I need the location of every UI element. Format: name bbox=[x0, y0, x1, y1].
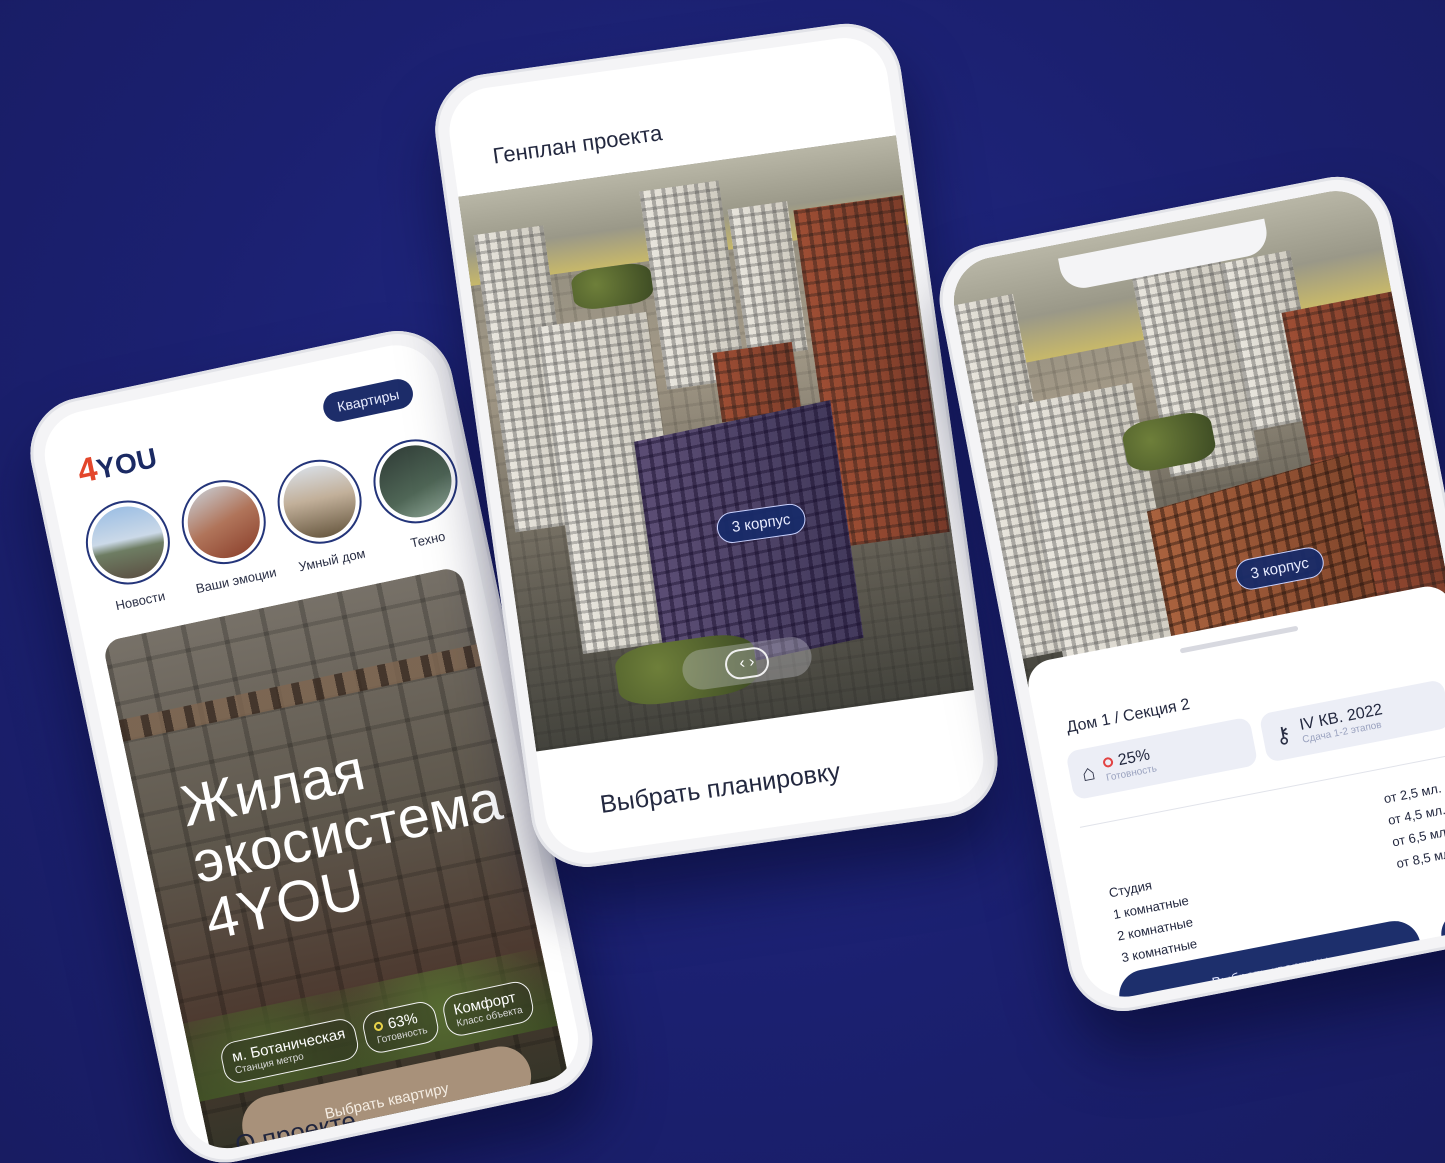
progress-ring-icon bbox=[373, 1021, 385, 1032]
story-news[interactable]: Новости bbox=[78, 492, 183, 617]
phone-building-detail-screen: 3 корпус Дом 1 / Секция 2 ⌂ 25% Готовнос… bbox=[930, 167, 1445, 1021]
hero-banner: Жилая экосистема 4YOU м. Ботаническая Ст… bbox=[102, 565, 577, 1157]
story-thumbnail bbox=[78, 492, 178, 593]
apartment-prices: от 2,5 мл. ₽ от 4,5 мл. ₽ от 6,5 мл. ₽ о… bbox=[1382, 775, 1445, 875]
close-icon[interactable]: ✕ bbox=[1437, 907, 1445, 960]
masterplan-image[interactable]: 3 корпус ‹ › bbox=[458, 135, 974, 752]
story-label: Умный дом bbox=[297, 545, 367, 575]
sheet-drag-handle[interactable] bbox=[1179, 625, 1299, 654]
key-icon: ⚷ bbox=[1272, 720, 1294, 749]
logo[interactable]: 4YOU bbox=[74, 437, 160, 492]
story-thumbnail bbox=[269, 451, 370, 552]
story-thumbnail bbox=[173, 472, 274, 572]
crane-icon: ⌂ bbox=[1079, 758, 1098, 786]
logo-text: YOU bbox=[93, 442, 160, 485]
building-detail-screen: 3 корпус Дом 1 / Секция 2 ⌂ 25% Готовнос… bbox=[946, 183, 1445, 1005]
hero-title: Жилая экосистема 4YOU bbox=[175, 714, 519, 953]
story-thumbnail bbox=[365, 431, 466, 532]
choose-layout-button[interactable]: Выбрать планировку bbox=[598, 757, 842, 819]
masterplan-screen: Генплан проекта 3 корпус ‹ › Выбрать пла… bbox=[443, 32, 989, 859]
story-label: Ваши эмоции bbox=[194, 564, 278, 597]
progress-ring-icon bbox=[1102, 756, 1115, 769]
story-smart-home[interactable]: Умный дом bbox=[269, 451, 375, 576]
info-cards: ⌂ 25% Готовность ⚷ IV КВ. 2022 Сдача 1-2… bbox=[1065, 679, 1445, 801]
page-title: Генплан проекта bbox=[491, 120, 664, 169]
story-techno[interactable]: Техно bbox=[365, 431, 471, 556]
apartments-button[interactable]: Квартиры bbox=[320, 376, 416, 425]
story-label: Новости bbox=[114, 588, 167, 614]
chevron-left-right-icon[interactable]: ‹ › bbox=[723, 645, 771, 682]
apartment-types: Студия 1 комнатные 2 комнатные 3 комнатн… bbox=[1107, 868, 1199, 969]
story-label: Техно bbox=[409, 528, 447, 551]
delivery-card: ⚷ IV КВ. 2022 Сдача 1-2 этапов bbox=[1258, 679, 1445, 763]
story-emotions[interactable]: Ваши эмоции bbox=[173, 472, 279, 597]
